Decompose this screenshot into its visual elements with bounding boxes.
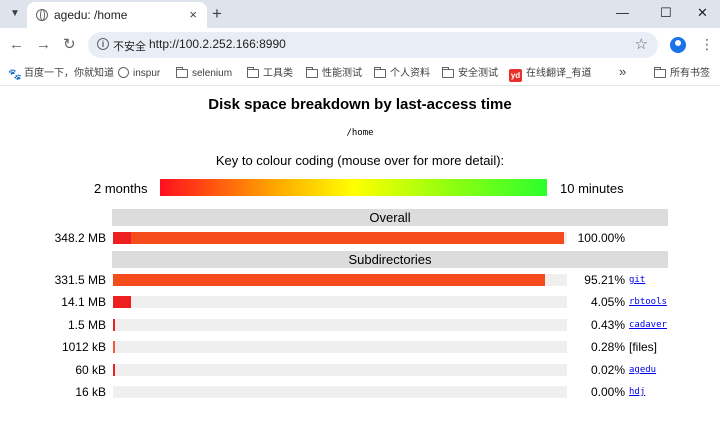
- bookmarks-bar: 🐾 百度一下，你就知道 inspur selenium 工具类 性能测试 个人资料…: [0, 62, 720, 86]
- folder-icon: [306, 67, 318, 78]
- key-old-label: 2 months: [94, 181, 148, 196]
- minimize-button[interactable]: —: [616, 4, 629, 22]
- folder-icon: [654, 67, 666, 78]
- address-bar[interactable]: i 不安全 http://100.2.252.166:8990 ☆: [88, 32, 658, 58]
- page-content: Disk space breakdown by last-access time…: [0, 87, 720, 433]
- folder-icon: [442, 67, 454, 78]
- row-percent: 0.43%: [590, 318, 625, 332]
- row-percent: 4.05%: [590, 295, 625, 309]
- row-usage-fill[interactable]: [113, 274, 545, 286]
- subdirectory-row: 14.1 MB 4.05% rbtools: [0, 294, 720, 312]
- row-size: 331.5 MB: [54, 273, 106, 287]
- tab-title: agedu: /home: [54, 8, 128, 22]
- subdirectory-link[interactable]: agedu: [629, 365, 656, 375]
- row-usage-bar[interactable]: [113, 341, 567, 353]
- info-icon[interactable]: i: [97, 38, 109, 50]
- bookmark-inspur[interactable]: inspur: [118, 67, 160, 81]
- row-percent: 0.02%: [590, 363, 625, 377]
- menu-icon[interactable]: ⋮: [700, 35, 714, 53]
- forward-button[interactable]: →: [36, 36, 51, 54]
- bookmark-star-icon[interactable]: ☆: [635, 35, 648, 53]
- folder-icon: [247, 67, 259, 78]
- folder-icon: [176, 67, 188, 78]
- url-text[interactable]: http://100.2.252.166:8990: [149, 37, 286, 51]
- row-usage-bar[interactable]: [113, 319, 567, 331]
- page-path: /home: [346, 128, 374, 138]
- bookmark-youdao[interactable]: yd 在线翻译_有道: [509, 67, 592, 82]
- bookmark-selenium[interactable]: selenium: [176, 67, 232, 81]
- security-label[interactable]: 不安全: [113, 38, 146, 54]
- row-usage-bar[interactable]: [113, 296, 567, 308]
- overall-bar[interactable]: [113, 232, 567, 244]
- bookmark-personal[interactable]: 个人资料: [374, 67, 430, 81]
- subdirectory-row: 331.5 MB 95.21% git: [0, 272, 720, 290]
- overall-percent: 100.00%: [577, 231, 625, 245]
- subdirectory-row: 16 kB 0.00% hdj: [0, 384, 720, 402]
- row-size: 1012 kB: [61, 340, 106, 354]
- bookmark-tools[interactable]: 工具类: [247, 67, 293, 81]
- color-key-caption: Key to colour coding (mouse over for mor…: [215, 153, 505, 168]
- page-title: Disk space breakdown by last-access time: [208, 96, 512, 113]
- globe-icon: [36, 9, 48, 21]
- bookmarks-overflow-button[interactable]: »: [619, 65, 626, 79]
- overall-header: Overall: [112, 209, 668, 226]
- all-bookmarks-button[interactable]: 所有书签: [654, 67, 710, 81]
- profile-avatar-icon[interactable]: [670, 37, 686, 53]
- globe-icon: [118, 67, 129, 78]
- row-size: 1.5 MB: [67, 318, 106, 332]
- row-usage-bar[interactable]: [113, 274, 567, 286]
- row-size: 14.1 MB: [61, 295, 106, 309]
- row-usage-fill[interactable]: [113, 364, 115, 376]
- subdirectory-row: 60 kB 0.02% agedu: [0, 362, 720, 380]
- reload-button[interactable]: ↻: [63, 36, 76, 54]
- row-usage-fill[interactable]: [113, 296, 131, 308]
- row-percent: 0.28%: [590, 340, 625, 354]
- overall-size: 348.2 MB: [54, 231, 106, 245]
- bookmark-security-test[interactable]: 安全测试: [442, 67, 498, 81]
- subdirectory-row: 1.5 MB 0.43% cadaver: [0, 317, 720, 335]
- subdirectories-header: Subdirectories: [112, 251, 668, 268]
- browser-toolbar: ← → ↻ i 不安全 http://100.2.252.166:8990 ☆ …: [0, 28, 720, 62]
- folder-icon: [374, 67, 386, 78]
- tab-agedu[interactable]: agedu: /home ×: [27, 2, 207, 28]
- tab-strip: ▼ agedu: /home × + — ☐ ✕: [0, 0, 720, 28]
- row-size: 16 kB: [75, 385, 106, 399]
- row-usage-fill[interactable]: [113, 341, 115, 353]
- new-tab-button[interactable]: +: [212, 4, 222, 24]
- row-usage-bar[interactable]: [113, 364, 567, 376]
- close-icon[interactable]: ×: [189, 7, 197, 23]
- youdao-icon: yd: [509, 69, 522, 82]
- key-recent-label: 10 minutes: [560, 181, 624, 196]
- tab-search-chevron-icon[interactable]: ▼: [6, 5, 24, 23]
- overall-row: 348.2 MB 100.00%: [0, 230, 720, 248]
- close-window-button[interactable]: ✕: [697, 4, 708, 22]
- overall-bar-old-segment[interactable]: [113, 232, 131, 244]
- subdirectory-link[interactable]: cadaver: [629, 320, 667, 330]
- bookmark-perf-test[interactable]: 性能测试: [306, 67, 362, 81]
- subdirectory-link[interactable]: hdj: [629, 387, 645, 397]
- back-button[interactable]: ←: [9, 36, 24, 54]
- subdirectory-row: 1012 kB 0.28% [files]: [0, 339, 720, 357]
- row-usage-bar[interactable]: [113, 386, 567, 398]
- overall-bar-recent-segment[interactable]: [131, 232, 564, 244]
- baidu-icon: 🐾: [8, 69, 22, 81]
- maximize-button[interactable]: ☐: [660, 4, 672, 22]
- bookmark-baidu[interactable]: 🐾 百度一下，你就知道: [8, 67, 114, 81]
- row-usage-fill[interactable]: [113, 319, 115, 331]
- row-percent: 95.21%: [584, 273, 625, 287]
- subdirectory-link[interactable]: git: [629, 275, 645, 285]
- color-key-gradient[interactable]: [160, 179, 547, 196]
- row-percent: 0.00%: [590, 385, 625, 399]
- files-label: [files]: [629, 340, 658, 354]
- row-size: 60 kB: [75, 363, 106, 377]
- subdirectory-link[interactable]: rbtools: [629, 297, 667, 307]
